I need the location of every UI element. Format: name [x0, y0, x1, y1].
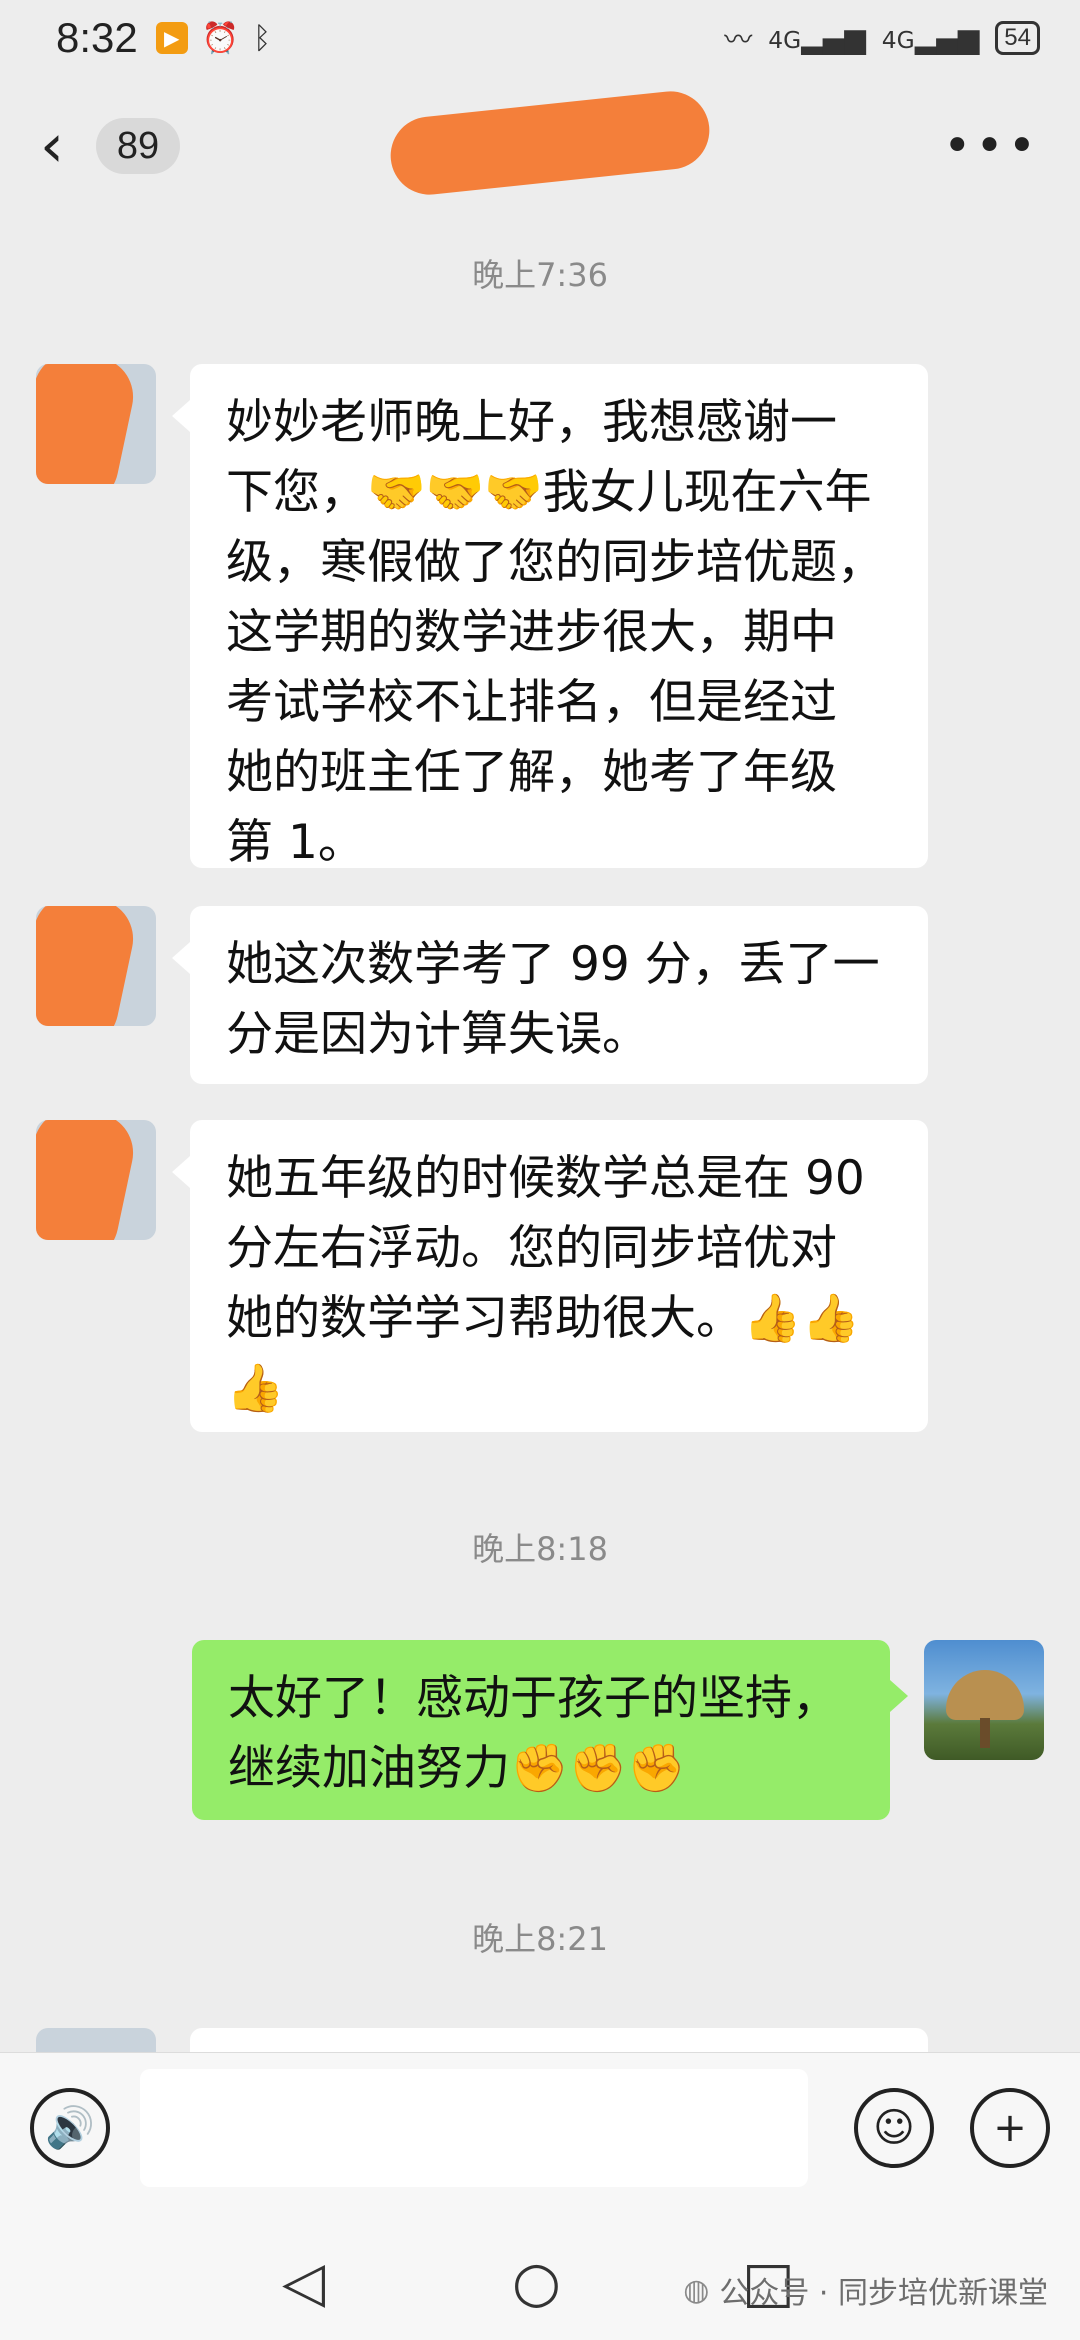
incoming-message-bubble[interactable]: [190, 2028, 928, 2052]
tree-image: [946, 1670, 1024, 1720]
input-bar: 🔊 ☺ +: [0, 2052, 1080, 2202]
input-actions: ☺ +: [854, 2087, 1050, 2168]
chat-header: ‹ 89 •••: [0, 87, 1080, 199]
avatar-redaction: [36, 1120, 141, 1240]
back-icon[interactable]: ‹: [40, 111, 90, 181]
smile-icon: ☺: [873, 2104, 915, 2151]
status-icons-left: ▶ ⏰ ᛒ: [155, 20, 272, 56]
message-line: 第 1。: [226, 815, 365, 870]
bluetooth-icon: ᛒ: [253, 20, 272, 56]
watermark: ◍ 公众号 · 同步培优新课堂: [683, 2268, 1048, 2312]
voice-input-button[interactable]: 🔊: [30, 2087, 110, 2168]
message-line: 妙妙老师晚上好，我想感谢一: [226, 395, 837, 450]
timestamp: 晚上8:21: [472, 1920, 608, 1958]
status-bar: 8:32 ▶ ⏰ ᛒ 〰 4G▂▄▆ 4G▂▄▆ 54: [0, 0, 1080, 76]
timestamp: 晚上8:18: [472, 1530, 608, 1568]
tree-trunk: [980, 1718, 990, 1748]
unread-count-badge[interactable]: 89: [96, 118, 180, 174]
incoming-message-bubble[interactable]: 妙妙老师晚上好，我想感谢一 下您，🤝🤝🤝我女儿现在六年 级，寒假做了您的同步培优…: [172, 364, 928, 870]
watermark-text: 公众号 · 同步培优新课堂: [719, 2276, 1048, 2311]
status-icons-right: 〰 4G▂▄▆ 4G▂▄▆ 54: [724, 18, 1040, 58]
sender-avatar[interactable]: [36, 2028, 156, 2052]
sender-avatar[interactable]: [36, 906, 156, 1026]
incoming-message-bubble[interactable]: 她五年级的时候数学总是在 90 分左右浮动。您的同步培优对 她的数学学习帮助很大…: [172, 1120, 928, 1432]
message-line: 👍: [226, 1361, 285, 1416]
timestamp: 晚上7:36: [472, 256, 608, 294]
avatar-redaction: [36, 364, 141, 484]
message-line: 太好了！感动于孩子的坚持，: [228, 1671, 839, 1726]
sender-avatar[interactable]: [36, 1120, 156, 1240]
battery-icon: 54: [995, 21, 1040, 55]
sender-avatar[interactable]: [36, 364, 156, 484]
more-options-icon[interactable]: •••: [943, 118, 1040, 174]
message-line: 分左右浮动。您的同步培优对: [226, 1221, 837, 1276]
outgoing-message-bubble[interactable]: 太好了！感动于孩子的坚持， 继续加油努力✊✊✊: [192, 1640, 908, 1820]
incoming-message-bubble[interactable]: 她这次数学考了 99 分，丢了一 分是因为计算失误。: [172, 906, 928, 1084]
message-line: 她五年级的时候数学总是在 90: [226, 1151, 865, 1206]
message-input[interactable]: [140, 2068, 808, 2187]
video-app-icon: ▶: [155, 22, 188, 54]
message-line: 她这次数学考了 99 分，丢了一: [226, 937, 880, 992]
message-line: 下您，🤝🤝🤝我女儿现在六年: [226, 465, 872, 520]
message-line: 分是因为计算失误。: [226, 1007, 649, 1062]
signal-2-icon: 4G▂▄▆: [881, 21, 980, 55]
alarm-icon: ⏰: [201, 20, 240, 56]
wechat-logo-icon: ◍: [683, 2272, 710, 2308]
message-line: 级，寒假做了您的同步培优题，: [226, 535, 884, 590]
emoji-button[interactable]: ☺: [854, 2087, 934, 2168]
plus-icon: +: [993, 2104, 1027, 2151]
message-line: 她的数学学习帮助很大。👍👍: [226, 1291, 861, 1346]
system-navigation-bar: ◁ ○ □ ◍ 公众号 · 同步培优新课堂: [0, 2202, 1080, 2340]
voice-icon: 🔊: [45, 2105, 95, 2151]
message-line: 继续加油努力✊✊✊: [228, 1741, 686, 1796]
home-circle-icon[interactable]: ○: [512, 2250, 561, 2315]
message-line: 考试学校不让排名，但是经过: [226, 675, 837, 730]
back-triangle-icon[interactable]: ◁: [282, 2250, 325, 2315]
message-line: 她的班主任了解，她考了年级: [226, 745, 837, 800]
avatar-redaction: [36, 906, 141, 1026]
message-line: 这学期的数学进步很大，期中: [226, 605, 837, 660]
chat-title-redacted: [386, 87, 714, 199]
signal-1-icon: 4G▂▄▆: [768, 21, 866, 55]
wifi-icon: 〰: [724, 23, 753, 56]
my-avatar[interactable]: [924, 1640, 1044, 1760]
status-time: 8:32: [56, 14, 138, 61]
more-actions-button[interactable]: +: [970, 2087, 1050, 2168]
